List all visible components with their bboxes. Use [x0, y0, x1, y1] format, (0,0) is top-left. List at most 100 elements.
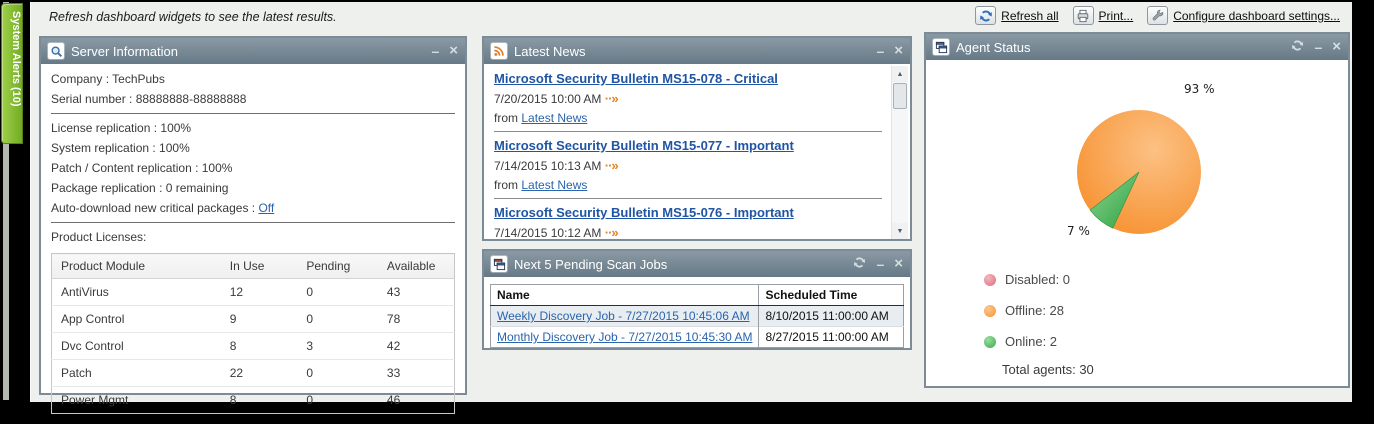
- divider: [494, 198, 882, 199]
- cell: 8/27/2015 11:00:00 AM: [759, 327, 904, 348]
- close-icon[interactable]: ×: [1332, 40, 1341, 54]
- package-replication-line: Package replication : 0 remaining: [51, 178, 455, 198]
- configure-dashboard-link[interactable]: Configure dashboard settings...: [1147, 6, 1340, 25]
- scrollbar-thumb[interactable]: [893, 83, 907, 109]
- latest-news-body: Microsoft Security Bulletin MS15-078 - C…: [484, 64, 910, 239]
- latest-news-header[interactable]: Latest News – ×: [484, 38, 910, 64]
- column-header: In Use: [221, 254, 298, 279]
- system-replication-line: System replication : 100%: [51, 138, 455, 158]
- column-header: Name: [491, 285, 759, 306]
- disabled-dot-icon: [984, 274, 996, 286]
- company-line: Company : TechPubs: [51, 69, 455, 89]
- configure-dashboard-label: Configure dashboard settings...: [1173, 9, 1340, 23]
- minimize-icon[interactable]: –: [431, 44, 439, 58]
- cell: 22: [221, 360, 298, 387]
- server-information-title: Server Information: [71, 44, 424, 59]
- scan-job-link[interactable]: Weekly Discovery Job - 7/27/2015 10:45:0…: [497, 309, 750, 323]
- cell: 33: [378, 360, 455, 387]
- table-row: Dvc Control8342: [52, 333, 455, 360]
- cell: 0: [297, 306, 378, 333]
- cell: AntiVirus: [52, 279, 221, 306]
- open-news-arrow-icon[interactable]: ··»: [605, 91, 618, 106]
- total-agents-label: Total agents: 30: [1002, 362, 1094, 377]
- pending-scan-jobs-title: Next 5 Pending Scan Jobs: [514, 257, 846, 272]
- news-source-link[interactable]: Latest News: [521, 111, 587, 125]
- cell: 0: [297, 360, 378, 387]
- legend-item-disabled: Disabled: 0: [984, 272, 1070, 287]
- system-alerts-tab-label: System Alerts (10): [10, 11, 22, 107]
- refresh-all-icon: [975, 6, 996, 25]
- news-scrollbar[interactable]: ▲ ▼: [891, 66, 908, 239]
- pending-scan-jobs-widget: Next 5 Pending Scan Jobs – ×: [482, 249, 912, 350]
- legend-label: Online: 2: [1005, 334, 1057, 349]
- latest-news-widget: Latest News – × Microsoft Security Bulle…: [482, 36, 912, 241]
- dashboard-panel: Refresh dashboard widgets to see the lat…: [30, 2, 1352, 402]
- cell: 78: [378, 306, 455, 333]
- column-header: Scheduled Time: [759, 285, 904, 306]
- patch-replication-line: Patch / Content replication : 100%: [51, 158, 455, 178]
- close-icon[interactable]: ×: [894, 44, 903, 58]
- refresh-widget-icon[interactable]: [853, 256, 866, 272]
- open-news-arrow-icon[interactable]: ··»: [605, 225, 618, 239]
- server-information-header[interactable]: Server Information – ×: [41, 38, 465, 64]
- printer-icon: [1073, 6, 1094, 25]
- cell: Patch: [52, 360, 221, 387]
- news-source-link[interactable]: Latest News: [521, 178, 587, 192]
- legend-item-online: Online: 2: [984, 334, 1070, 349]
- autodownload-label: Auto-download new critical packages :: [51, 201, 258, 215]
- close-icon[interactable]: ×: [894, 257, 903, 271]
- date-text: 7/14/2015 10:12 AM: [494, 226, 601, 239]
- system-alerts-tab[interactable]: System Alerts (10): [1, 3, 23, 144]
- cell: Weekly Discovery Job - 7/27/2015 10:45:0…: [491, 306, 759, 327]
- cell: 0: [297, 279, 378, 306]
- server-information-body: Company : TechPubs Serial number : 88888…: [41, 64, 465, 414]
- table-row: Power Mgmt8046: [52, 387, 455, 414]
- table-header-row: Product Module In Use Pending Available: [52, 254, 455, 279]
- news-item-source: from Latest News: [494, 176, 882, 194]
- from-label: from: [494, 178, 518, 192]
- autodownload-off-link[interactable]: Off: [258, 201, 274, 215]
- toolbar-message: Refresh dashboard widgets to see the lat…: [49, 10, 337, 24]
- cell: 3: [297, 333, 378, 360]
- agent-status-header[interactable]: Agent Status – ×: [926, 34, 1348, 60]
- table-row: AntiVirus12043: [52, 279, 455, 306]
- cell: 42: [378, 333, 455, 360]
- table-row: Monthly Discovery Job - 7/27/2015 10:45:…: [491, 327, 904, 348]
- agent-status-legend: Disabled: 0 Offline: 28 Online: 2: [984, 272, 1070, 349]
- pie-label-offline: 93 %: [1184, 82, 1215, 96]
- column-header: Product Module: [52, 254, 221, 279]
- open-news-arrow-icon[interactable]: ··»: [605, 158, 618, 173]
- minimize-icon[interactable]: –: [1314, 40, 1322, 54]
- column-header: Available: [378, 254, 455, 279]
- minimize-icon[interactable]: –: [876, 44, 884, 58]
- scan-job-link[interactable]: Monthly Discovery Job - 7/27/2015 10:45:…: [497, 330, 752, 344]
- cell: Monthly Discovery Job - 7/27/2015 10:45:…: [491, 327, 759, 348]
- divider: [494, 131, 882, 132]
- pie-label-online: 7 %: [1067, 224, 1090, 238]
- refresh-all-link[interactable]: Refresh all: [975, 6, 1058, 25]
- rss-icon: [491, 43, 507, 59]
- cell: 8/10/2015 11:00:00 AM: [759, 306, 904, 327]
- print-link[interactable]: Print...: [1073, 6, 1134, 25]
- license-replication-line: License replication : 100%: [51, 118, 455, 138]
- latest-news-title: Latest News: [514, 44, 869, 59]
- cascade-windows-icon: [933, 39, 949, 55]
- minimize-icon[interactable]: –: [876, 257, 884, 271]
- refresh-widget-icon[interactable]: [1291, 39, 1304, 55]
- date-text: 7/20/2015 10:00 AM: [494, 92, 601, 106]
- pending-scan-jobs-header[interactable]: Next 5 Pending Scan Jobs – ×: [484, 251, 910, 277]
- news-item-link[interactable]: Microsoft Security Bulletin MS15-078 - C…: [494, 69, 882, 89]
- scroll-down-icon[interactable]: ▼: [892, 223, 908, 239]
- news-item-link[interactable]: Microsoft Security Bulletin MS15-077 - I…: [494, 136, 882, 156]
- scroll-up-icon[interactable]: ▲: [892, 66, 908, 82]
- autodownload-line: Auto-download new critical packages : Of…: [51, 198, 455, 218]
- wrench-icon: [1147, 6, 1168, 25]
- close-icon[interactable]: ×: [449, 44, 458, 58]
- table-header-row: Name Scheduled Time: [491, 285, 904, 306]
- legend-label: Offline: 28: [1005, 303, 1064, 318]
- serial-number-line: Serial number : 88888888-88888888: [51, 89, 455, 109]
- print-label: Print...: [1099, 9, 1134, 23]
- news-item-link[interactable]: Microsoft Security Bulletin MS15-076 - I…: [494, 203, 882, 223]
- divider: [51, 222, 455, 223]
- agent-status-widget: Agent Status – ×: [924, 32, 1350, 388]
